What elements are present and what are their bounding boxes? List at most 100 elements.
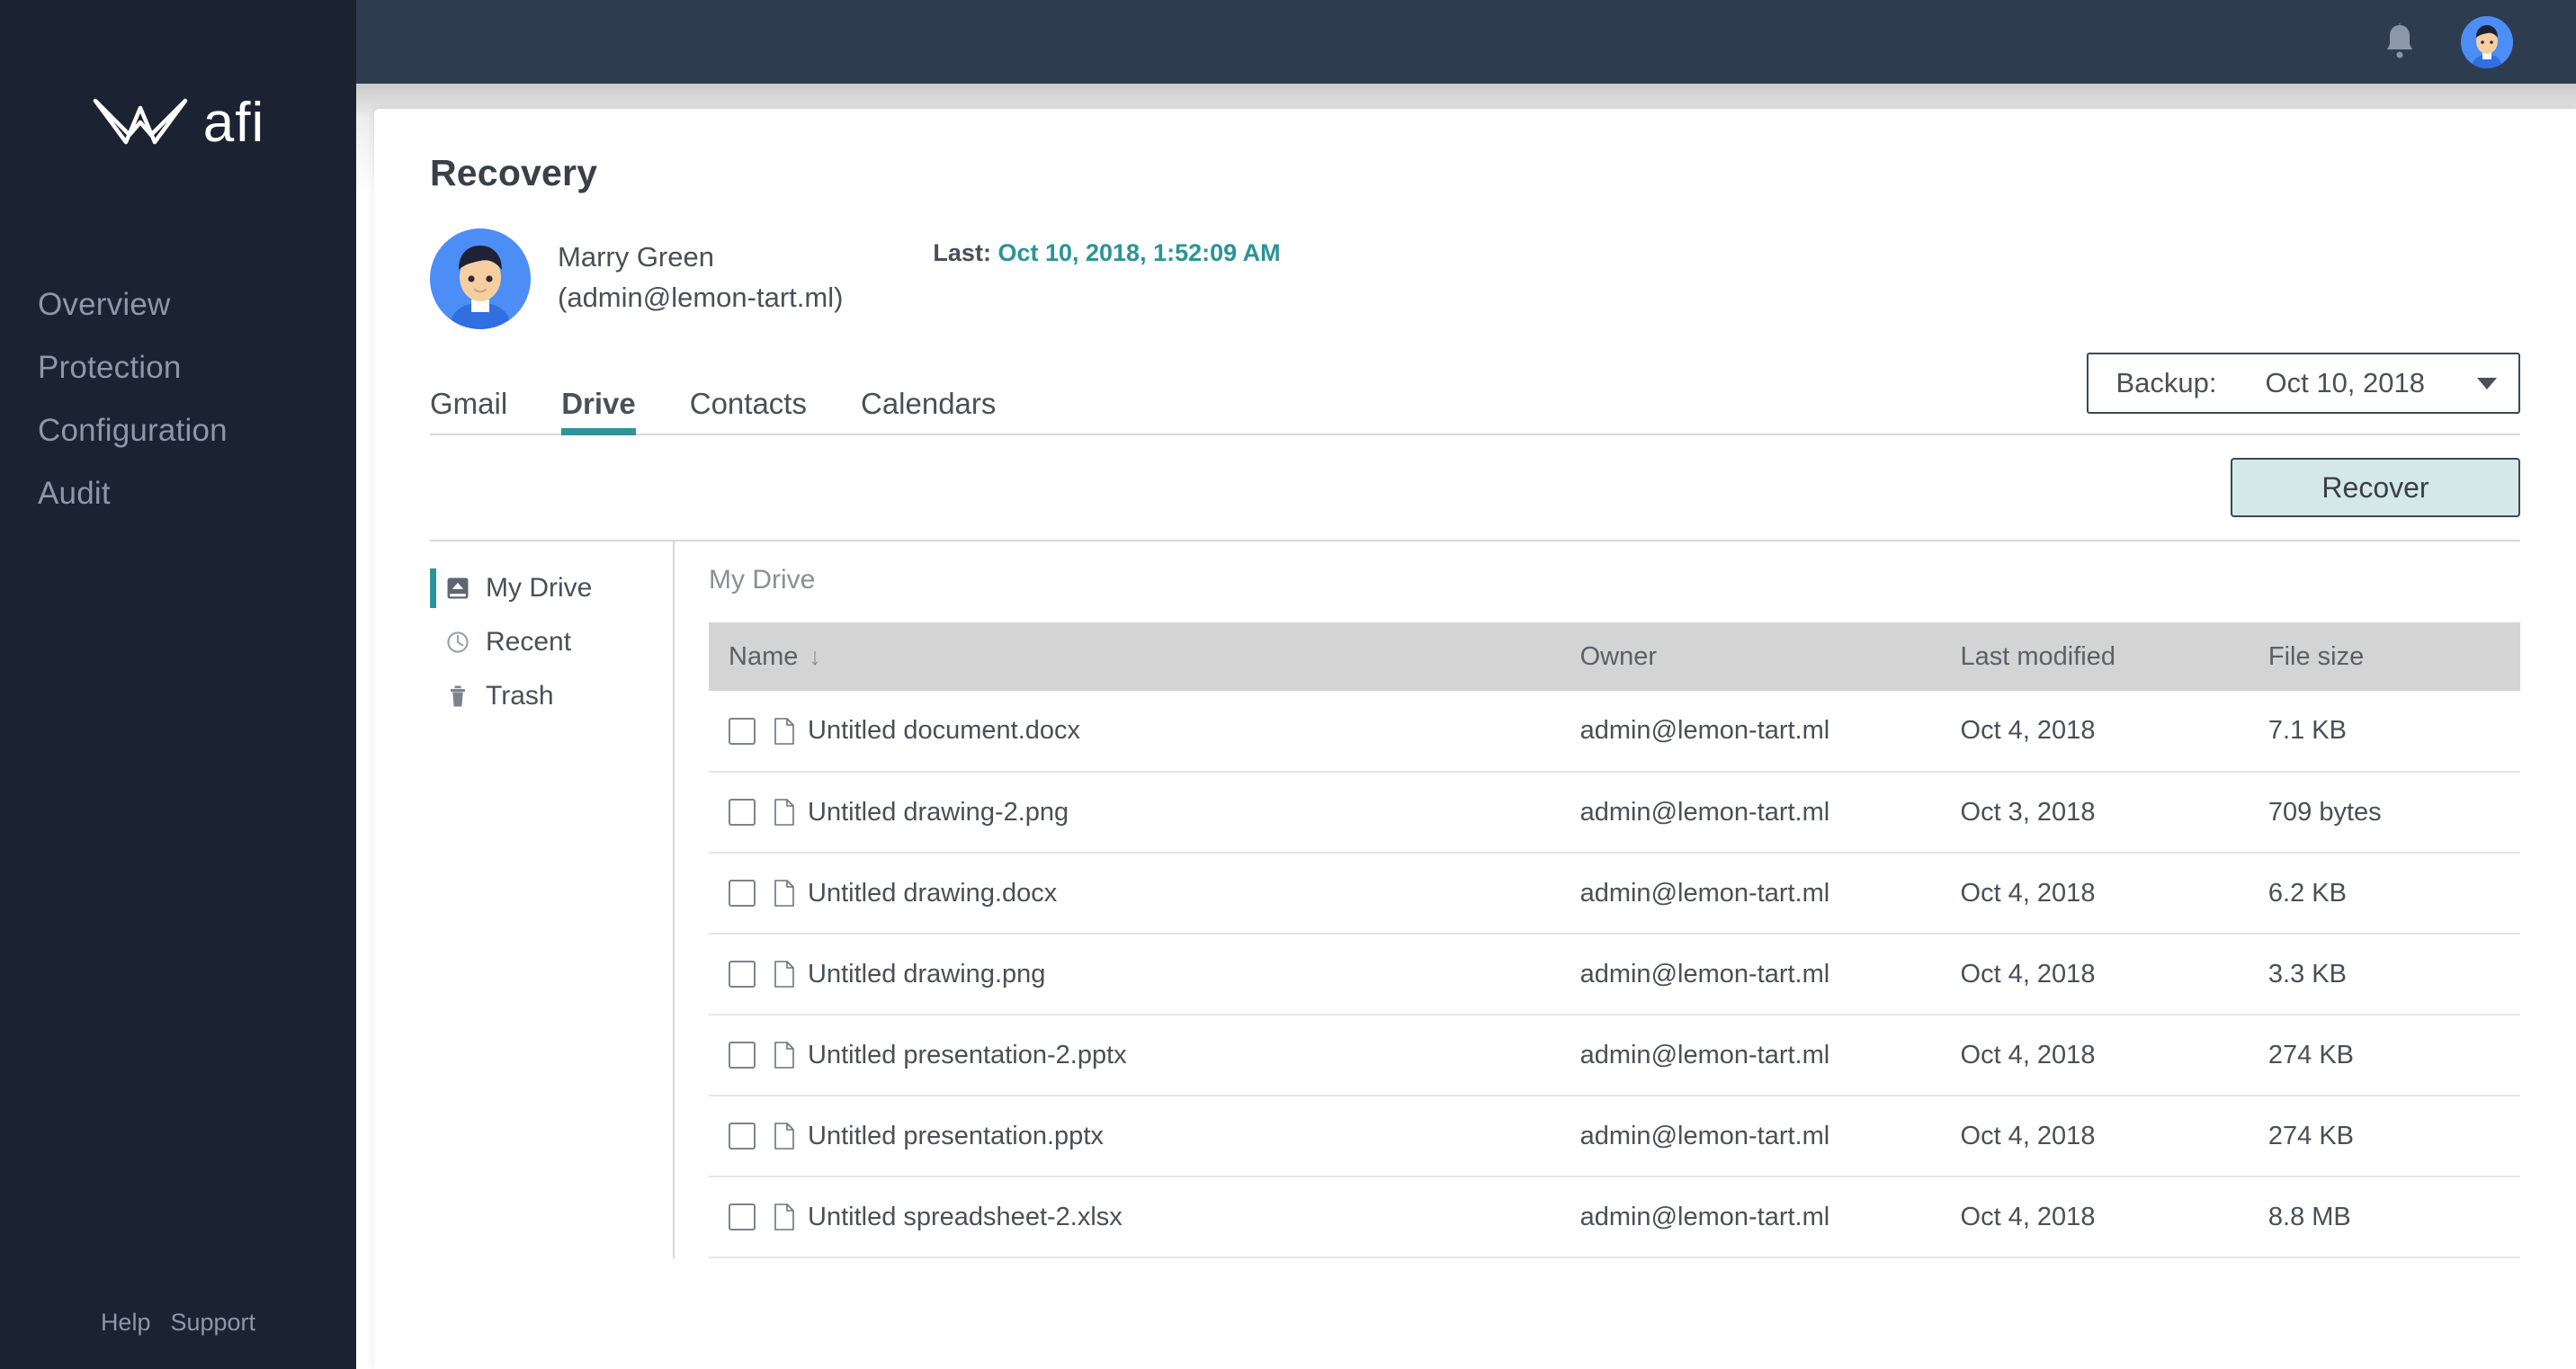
tree-item-my-drive[interactable]: My Drive (430, 561, 673, 615)
sidebar-item-audit[interactable]: Audit (0, 462, 356, 525)
file-name: Untitled presentation-2.pptx (808, 1040, 1127, 1069)
row-checkbox[interactable] (729, 799, 756, 826)
file-owner: admin@lemon-tart.ml (1560, 1177, 1941, 1258)
tab-gmail[interactable]: Gmail (430, 387, 507, 434)
tab-calendars[interactable]: Calendars (861, 387, 996, 434)
clock-icon (443, 627, 473, 658)
file-last-modified: Oct 4, 2018 (1940, 853, 2249, 935)
file-icon (774, 880, 795, 907)
user-avatar-icon (2461, 15, 2513, 68)
last-backup-value: Oct 10, 2018, 1:52:09 AM (997, 239, 1281, 266)
user-summary: Marry Green (admin@lemon-tart.ml) Last: … (430, 228, 2520, 329)
file-last-modified: Oct 4, 2018 (1940, 934, 2249, 1016)
file-size: 3.3 KB (2248, 934, 2520, 1016)
file-size: 8.8 MB (2248, 1177, 2520, 1258)
file-name: Untitled drawing-2.png (808, 797, 1069, 827)
top-bar (356, 0, 2576, 84)
last-backup-label: Last: (933, 239, 991, 266)
avatar[interactable] (2461, 15, 2513, 68)
tree-item-trash[interactable]: Trash (430, 669, 673, 723)
file-size: 274 KB (2248, 1096, 2520, 1177)
file-table: Name ↓ Owner Last modified File size Unti… (709, 622, 2520, 1258)
table-row[interactable]: Untitled drawing.png admin@lemon-tart.ml O… (709, 934, 2520, 1016)
file-last-modified: Oct 4, 2018 (1940, 1096, 2249, 1177)
user-name: Marry Green (558, 241, 714, 273)
file-owner: admin@lemon-tart.ml (1560, 772, 1941, 854)
table-row[interactable]: Untitled document.docx admin@lemon-tart.m… (709, 691, 2520, 773)
file-name: Untitled drawing.docx (808, 878, 1058, 908)
sidebar: afi Overview Protection Configuration Au… (0, 0, 356, 1369)
file-owner: admin@lemon-tart.ml (1560, 1096, 1941, 1177)
file-name-cell: Untitled presentation.pptx (709, 1096, 1561, 1177)
sidebar-item-configuration[interactable]: Configuration (0, 399, 356, 462)
tab-label: Calendars (860, 387, 997, 420)
file-owner: admin@lemon-tart.ml (1560, 691, 1941, 773)
row-checkbox[interactable] (729, 717, 756, 745)
bell-icon[interactable] (2382, 22, 2418, 62)
sidebar-item-label: Overview (38, 287, 171, 322)
file-name-cell: Untitled presentation-2.pptx (709, 1015, 1561, 1096)
file-last-modified: Oct 4, 2018 (1940, 1177, 2249, 1258)
backup-date-select[interactable]: Backup: Oct 10, 2018 (2087, 353, 2520, 414)
support-link[interactable]: Support (170, 1309, 255, 1337)
table-row[interactable]: Untitled drawing-2.png admin@lemon-tart.m… (709, 772, 2520, 854)
column-header-owner[interactable]: Owner (1560, 622, 1941, 691)
column-header-last-modified[interactable]: Last modified (1940, 622, 2249, 691)
file-owner: admin@lemon-tart.ml (1560, 934, 1941, 1016)
drive-explorer: My Drive Recent Trash My Drive Name ↓ Ow… (430, 540, 2520, 1258)
sidebar-item-protection[interactable]: Protection (0, 336, 356, 399)
drive-tree: My Drive Recent Trash (430, 541, 675, 1258)
file-owner: admin@lemon-tart.ml (1560, 1015, 1941, 1096)
file-name-cell: Untitled drawing.docx (709, 853, 1561, 935)
row-checkbox[interactable] (729, 880, 756, 907)
tab-drive[interactable]: Drive (561, 387, 636, 435)
file-name: Untitled drawing.png (808, 959, 1046, 989)
help-link[interactable]: Help (101, 1309, 151, 1337)
column-header-name-label: Name (729, 641, 799, 671)
table-row[interactable]: Untitled presentation.pptx admin@lemon-ta… (709, 1096, 2520, 1177)
column-header-name[interactable]: Name ↓ (709, 622, 1561, 691)
file-name: Untitled document.docx (808, 716, 1081, 745)
row-checkbox[interactable] (729, 1123, 756, 1150)
recover-button[interactable]: Recover (2231, 458, 2520, 517)
file-last-modified: Oct 3, 2018 (1940, 772, 2249, 854)
sidebar-item-overview[interactable]: Overview (0, 273, 356, 336)
file-name-cell: Untitled document.docx (709, 691, 1561, 773)
sidebar-item-label: Configuration (38, 413, 228, 448)
row-checkbox[interactable] (729, 961, 756, 988)
crown-logo-icon (93, 98, 187, 145)
arrow-down-icon: ↓ (809, 642, 821, 670)
column-header-file-size[interactable]: File size (2248, 622, 2520, 691)
row-checkbox[interactable] (729, 1042, 756, 1069)
tab-label: Gmail (430, 387, 508, 420)
file-owner: admin@lemon-tart.ml (1560, 853, 1941, 935)
table-row[interactable]: Untitled presentation-2.pptx admin@lemon-… (709, 1015, 2520, 1096)
tab-contacts[interactable]: Contacts (690, 387, 807, 434)
file-table-head: Name ↓ Owner Last modified File size (709, 622, 2520, 691)
file-name-cell: Untitled drawing-2.png (709, 772, 1561, 854)
sidebar-footer: Help Support (0, 1309, 356, 1337)
breadcrumb: My Drive (709, 565, 816, 595)
drive-icon (443, 573, 473, 604)
file-last-modified: Oct 4, 2018 (1940, 691, 2249, 773)
file-size: 7.1 KB (2248, 691, 2520, 773)
table-row[interactable]: Untitled spreadsheet-2.xlsx admin@lemon-t… (709, 1177, 2520, 1258)
row-checkbox[interactable] (729, 1203, 756, 1230)
table-row[interactable]: Untitled drawing.docx admin@lemon-tart.ml… (709, 853, 2520, 935)
file-last-modified: Oct 4, 2018 (1940, 1015, 2249, 1096)
tree-item-recent[interactable]: Recent (430, 615, 673, 669)
file-size: 6.2 KB (2248, 853, 2520, 935)
user-meta: Marry Green (admin@lemon-tart.ml) (558, 228, 843, 318)
file-icon (774, 1042, 795, 1069)
file-size: 709 bytes (2248, 772, 2520, 854)
file-name-cell: Untitled drawing.png (709, 934, 1561, 1016)
brand-logo[interactable]: afi (0, 83, 356, 164)
file-name: Untitled spreadsheet-2.xlsx (808, 1202, 1123, 1231)
content-card: Recovery Marry Green (admin@lemon-tart.m… (374, 109, 2576, 1369)
tree-item-label: Recent (486, 627, 572, 657)
backup-select-value: Oct 10, 2018 (2265, 367, 2425, 398)
last-backup-line: Last: Oct 10, 2018, 1:52:09 AM (933, 228, 1280, 267)
tabs: Gmail Drive Contacts Calendars Backup: O… (430, 353, 2520, 435)
file-icon (774, 799, 795, 826)
file-icon (774, 717, 795, 745)
